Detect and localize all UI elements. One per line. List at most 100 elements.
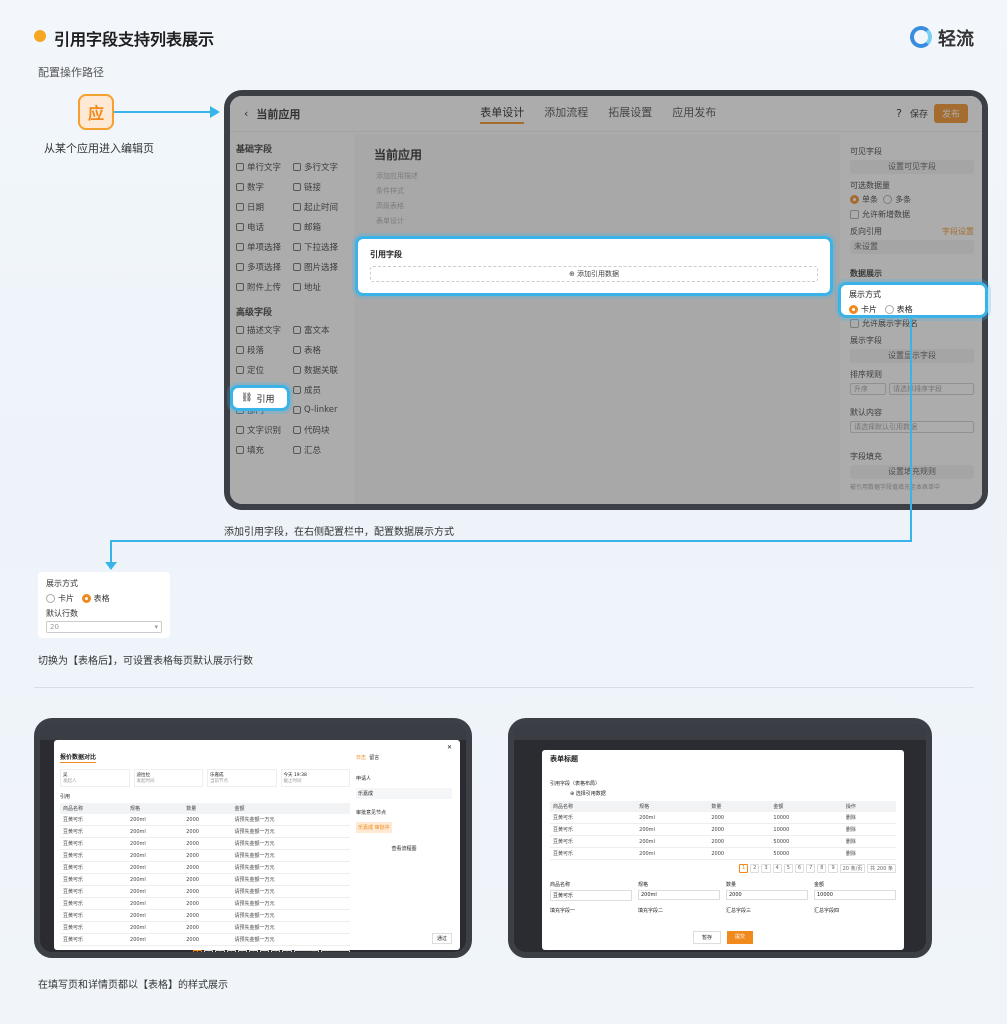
fill-ref-label: 引用字段（表格布局） [550,781,601,787]
connector-line-1 [114,111,214,113]
callout-display-mode: 展示方式 [46,579,78,588]
table-cell: 请预先金额一万元 [231,921,350,934]
table-cell: 请预先金额一万元 [231,897,350,910]
rows-select[interactable]: 20 ▾ [46,621,162,633]
page-size-select[interactable]: 20 条/页 [293,950,320,952]
form-field-input[interactable]: 10000 [814,890,896,900]
close-icon[interactable]: ✕ [447,744,452,751]
delete-action[interactable]: 删除 [842,847,896,860]
pass-button[interactable]: 通过 [431,933,452,944]
arrow-down-icon [105,562,117,570]
column-header: 数量 [708,801,771,812]
table-cell: 请预先金额一万元 [231,837,350,850]
info-time: 迪拉拉 发起时间 [133,769,203,787]
table-row: 豆黄可乐 200ml 2000 50000 删除 [550,835,896,848]
total-count: 共 200 条 [867,864,896,873]
table-cell: 200ml [636,835,709,848]
table-cell: 10000 [770,812,843,824]
page-button[interactable]: 6 [248,950,259,952]
page-button[interactable]: 7 [260,950,270,952]
table-cell: 200ml [127,873,184,886]
table-cell: 10000 [770,823,843,836]
column-header: 商品名称 [60,803,128,814]
ref-field-highlight[interactable]: 引用字段 ⊕ 添加引用数据 [355,236,833,296]
page-button[interactable]: 7 [806,864,816,873]
table-cell: 豆黄可乐 [60,837,128,850]
page-button[interactable]: 8 [817,864,827,873]
form-field-input[interactable]: 2000 [726,890,808,900]
table-cell: 豆黄可乐 [60,921,128,934]
form-field-input[interactable]: 200ml [638,890,720,900]
table-cell: 200ml [636,812,709,824]
table-cell: 请预先金额一万元 [231,814,350,826]
step-caption: 添加引用字段，在右侧配置栏中，配置数据展示方式 [224,527,454,538]
page-button[interactable]: 1 [738,864,749,873]
table-cell: 2000 [183,814,232,826]
fill-page-device: 表单标题 引用字段（表格布局） ⊕ 选择引用数据 商品名称 规格 数量 金额 操作 豆黄… [508,718,932,958]
brand-name: 轻流 [938,29,974,50]
page-button[interactable]: 3 [761,864,771,873]
config-path-label: 配置操作路径 [38,66,104,79]
qingliu-logo-icon [910,26,932,48]
delete-action[interactable]: 删除 [842,812,896,824]
fill-pagination[interactable]: 1 2 3 4 5 6 7 8 9 20 条/页共 200 条 [550,864,896,873]
table-cell: 2000 [183,909,232,922]
select-ref-button[interactable]: ⊕ 选择引用数据 [570,790,896,797]
page-button[interactable]: 4 [772,864,782,873]
form-field-input[interactable]: 豆黄可乐 [550,890,632,901]
table-cell: 2000 [183,849,232,862]
page-button[interactable]: 9 [282,950,292,952]
add-ref-data-button[interactable]: ⊕ 添加引用数据 [370,266,818,282]
page-button[interactable]: 9 [828,864,838,873]
page-button[interactable]: 5 [783,864,793,873]
page-size-select[interactable]: 20 条/页 [839,864,866,873]
table-cell: 豆黄可乐 [60,861,128,874]
table-cell: 200ml [127,909,184,922]
page-button[interactable]: 3 [215,950,225,952]
column-header: 数量 [183,803,232,814]
page-button[interactable]: 4 [226,950,236,952]
tab-log[interactable]: 日志 [356,755,366,761]
temp-save-button[interactable]: 暂存 [692,931,721,944]
page-button[interactable]: 8 [271,950,281,952]
form-field: 规格 200ml [638,881,720,901]
table-cell: 2000 [183,837,232,850]
page-button[interactable]: 6 [794,864,805,873]
form-field-label: 填充字段一 [550,908,576,914]
table-cell: 200ml [127,814,184,826]
table-cell: 豆黄可乐 [60,933,128,946]
table-radio[interactable] [884,305,894,314]
ref-field-palette-highlight[interactable]: ⛓ 引用 [230,385,290,411]
table-cell: 请预先金额一万元 [231,933,350,946]
delete-action[interactable]: 删除 [842,823,896,836]
page-button[interactable]: 1 [192,950,203,952]
page-button[interactable]: 2 [750,864,760,873]
card-radio[interactable] [849,305,858,314]
table-row: 豆黄可乐 200ml 2000 请预先金额一万元 [60,873,350,886]
page-button[interactable]: 5 [237,950,247,952]
column-header: 规格 [127,803,184,814]
table-cell: 豆黄可乐 [550,812,637,824]
view-flow-link[interactable]: 查看流程图 [356,845,452,852]
page-title: 引用字段支持列表展示 [54,30,215,49]
log-applicant: 申请人 [356,776,372,782]
callout-card-radio[interactable] [46,594,55,603]
connector-line-3 [110,540,912,542]
detail-pagination[interactable]: 1 2 3 4 5 6 7 8 9 20 条/页共 200 条 [60,950,350,952]
log-node: 审批意见节点 [356,810,387,816]
app-icon[interactable]: 应 [78,94,114,130]
page-button[interactable]: 2 [204,950,214,952]
table-cell: 请预先金额一万元 [231,873,350,886]
fill-table: 商品名称 规格 数量 金额 操作 豆黄可乐 200ml 2000 10000 删除 豆黄可乐 200… [550,801,896,860]
table-cell: 豆黄可乐 [550,847,637,860]
detail-page-device: 报价数据对比 ✕ 吴发起人 迪拉拉 发起时间 乐嘉成 当前节点 今天 19:38 截止… [34,718,472,958]
submit-button[interactable]: 提交 [727,931,754,944]
tab-comment[interactable]: 留言 [369,755,379,761]
info-initiator: 吴发起人 [60,769,130,787]
table-cell: 50000 [770,847,843,860]
info-node: 乐嘉成 当前节点 [207,769,277,787]
delete-action[interactable]: 删除 [842,835,896,848]
table-cell: 请预先金额一万元 [231,885,350,898]
callout-table-radio[interactable] [81,594,91,603]
column-header: 操作 [842,801,896,812]
